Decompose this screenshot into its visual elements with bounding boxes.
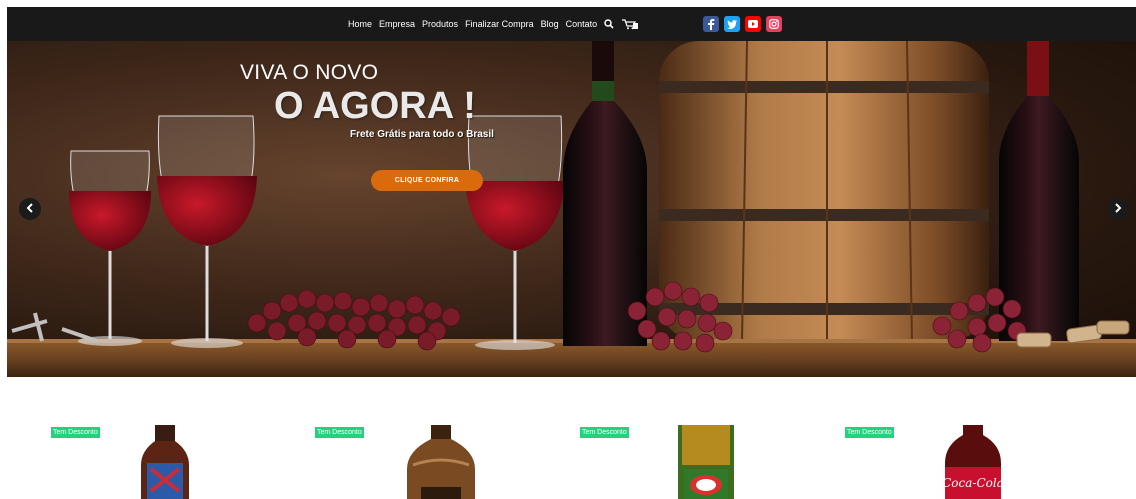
carousel-prev-button[interactable]	[19, 198, 41, 220]
nav-blog[interactable]: Blog	[541, 19, 559, 29]
coca-cola-logo: Coca-Cola	[942, 476, 1004, 490]
hero-heading-line2: O AGORA !	[274, 85, 476, 127]
top-navbar: Home Empresa Produtos Finalizar Compra B…	[7, 7, 1136, 41]
nav-produtos[interactable]: Produtos	[422, 19, 458, 29]
social-links	[703, 16, 787, 32]
product-card[interactable]: Tem Desconto	[580, 421, 780, 499]
youtube-icon[interactable]	[745, 16, 761, 32]
facebook-icon[interactable]	[703, 16, 719, 32]
coca-cola-image: Coca-Cola	[942, 425, 1004, 499]
nav-empresa[interactable]: Empresa	[379, 19, 415, 29]
instagram-icon[interactable]	[766, 16, 782, 32]
amber-beer-image	[407, 425, 475, 499]
discount-badge: Tem Desconto	[845, 427, 894, 438]
product-card[interactable]: Tem Desconto	[51, 421, 251, 499]
nav-contato[interactable]: Contato	[566, 19, 598, 29]
nav-finalizar-compra[interactable]: Finalizar Compra	[465, 19, 534, 29]
discount-badge: Tem Desconto	[580, 427, 629, 438]
hero-heading-line1: VIVA O NOVO	[240, 61, 379, 84]
chevron-right-icon	[1114, 200, 1122, 218]
product-grid: Tem Desconto Tem Desconto Tem Desconto T…	[7, 421, 1136, 499]
hero-subtitle: Frete Grátis para todo o Brasil	[350, 129, 494, 140]
nav-links: Home Empresa Produtos Finalizar Compra B…	[348, 7, 646, 41]
blue-label-beer-image	[141, 425, 189, 499]
discount-badge: Tem Desconto	[51, 427, 100, 438]
green-beer-image	[678, 425, 734, 499]
cart-icon[interactable]	[622, 18, 639, 30]
hero-banner: VIVA O NOVO O AGORA ! Frete Grátis para …	[7, 41, 1136, 377]
chevron-left-icon	[26, 200, 34, 218]
product-card[interactable]: Tem Desconto	[315, 421, 515, 499]
hero-cta-button[interactable]: CLIQUE CONFIRA	[371, 170, 483, 191]
wine-scene-image	[7, 41, 1136, 377]
discount-badge: Tem Desconto	[315, 427, 364, 438]
twitter-icon[interactable]	[724, 16, 740, 32]
search-icon[interactable]	[604, 19, 614, 29]
page: Home Empresa Produtos Finalizar Compra B…	[7, 7, 1136, 499]
product-card[interactable]: Tem Desconto Coca-Cola	[845, 421, 1045, 499]
nav-home[interactable]: Home	[348, 19, 372, 29]
carousel-next-button[interactable]	[1107, 198, 1129, 220]
